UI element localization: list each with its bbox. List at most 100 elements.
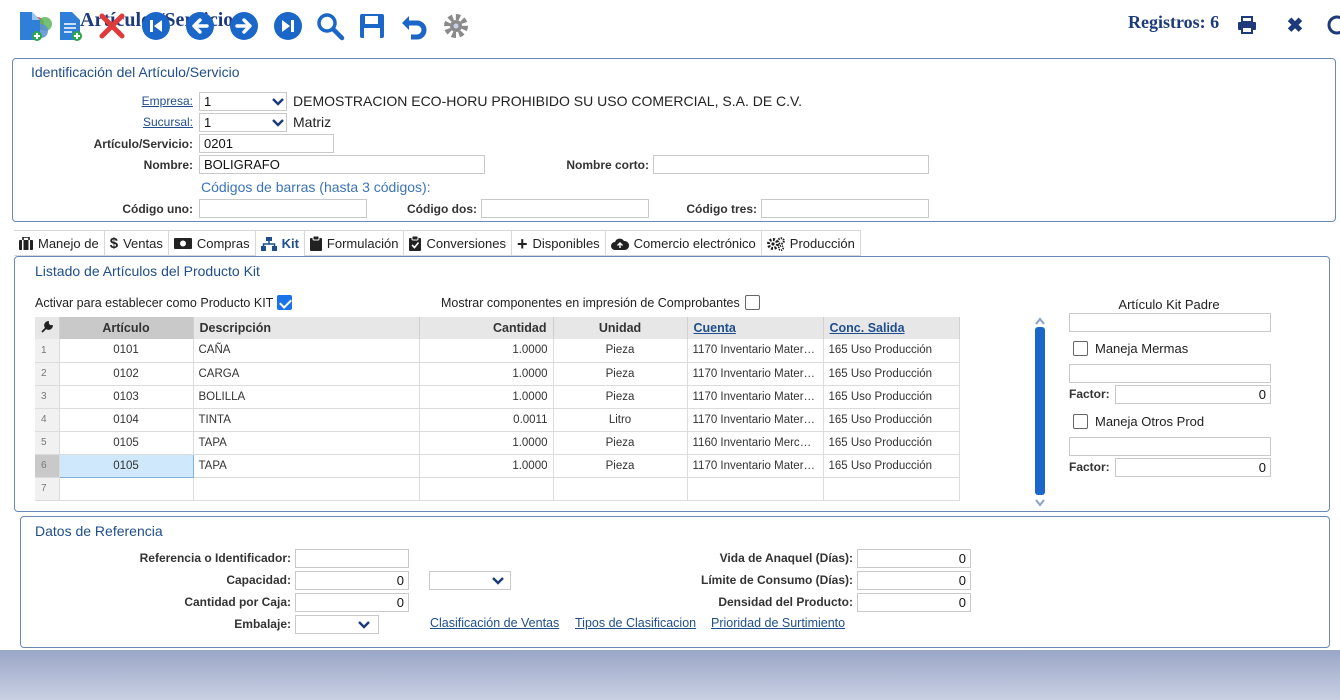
factor-otros-input[interactable] — [1115, 458, 1271, 477]
descripcion-cell[interactable]: TINTA — [193, 408, 420, 432]
prioridad-surtimiento-link[interactable]: Prioridad de Surtimiento — [711, 616, 845, 630]
capacidad-input[interactable] — [295, 571, 409, 590]
cuenta-cell[interactable]: 1170 Inventario Materia Prima — [687, 339, 824, 363]
unidad-cell[interactable]: Pieza — [553, 454, 688, 478]
conc-salida-cell[interactable]: 165 Uso Producción — [823, 431, 960, 455]
tab-ventas[interactable]: $ Ventas — [105, 231, 169, 256]
cantidad-cell[interactable]: 0.0011 — [419, 408, 554, 432]
articulo-cell[interactable]: 0105 — [59, 431, 194, 455]
capacidad-unit-select[interactable] — [429, 571, 511, 590]
mermas-input[interactable] — [1069, 364, 1271, 383]
save-icon[interactable] — [354, 8, 390, 44]
tipos-clasificacion-link[interactable]: Tipos de Clasificacion — [575, 616, 696, 630]
unidad-cell[interactable]: Pieza — [553, 431, 688, 455]
unidad-cell[interactable]: Litro — [553, 408, 688, 432]
scroll-down-icon[interactable] — [1035, 499, 1045, 507]
tab-comercio[interactable]: Comercio electrónico — [606, 231, 762, 256]
mostrar-componentes-option[interactable]: Mostrar componentes en impresión de Comp… — [441, 295, 760, 310]
col-cantidad[interactable]: Cantidad — [419, 317, 554, 339]
conc-salida-cell[interactable]: 165 Uso Producción — [823, 408, 960, 432]
close-icon[interactable]: ✖ — [1284, 14, 1306, 37]
cuenta-cell[interactable]: 1170 Inventario Materia Prima — [687, 408, 824, 432]
empresa-label[interactable]: Empresa: — [123, 94, 193, 108]
conc-salida-cell[interactable] — [823, 477, 960, 501]
table-row-selected[interactable]: 6 0105 TAPA 1.0000 Pieza 1170 Inventario… — [35, 453, 960, 478]
unidad-cell[interactable]: Pieza — [553, 339, 688, 363]
vida-anaquel-input[interactable] — [857, 549, 971, 568]
scrollbar-thumb[interactable] — [1035, 327, 1045, 495]
descripcion-cell[interactable]: TAPA — [193, 431, 420, 455]
mermas-option[interactable]: Maneja Mermas — [1073, 341, 1188, 356]
tab-compras[interactable]: Compras — [169, 231, 256, 256]
unidad-cell[interactable]: Pieza — [553, 385, 688, 409]
articulo-cell[interactable]: 0105 — [58, 453, 194, 478]
table-row[interactable]: 1 0101 CAÑA 1.0000 Pieza 1170 Inventario… — [35, 339, 960, 363]
limite-consumo-input[interactable] — [857, 571, 971, 590]
sucursal-label[interactable]: Sucursal: — [123, 115, 193, 129]
activar-kit-option[interactable]: Activar para establecer como Producto KI… — [35, 295, 293, 310]
sucursal-select[interactable]: 1 — [199, 113, 287, 132]
table-row[interactable]: 3 0103 BOLILLA 1.0000 Pieza 1170 Inventa… — [35, 385, 960, 409]
tab-formulacion[interactable]: Formulación — [305, 231, 405, 256]
scroll-up-icon[interactable] — [1035, 317, 1045, 325]
articulo-cell[interactable]: 0101 — [59, 339, 194, 363]
tab-manejo[interactable]: Manejo de — [14, 231, 105, 256]
unidad-cell[interactable] — [553, 477, 688, 501]
articulo-input[interactable] — [199, 134, 334, 153]
conc-salida-cell[interactable]: 165 Uso Producción — [823, 385, 960, 409]
cantidad-caja-input[interactable] — [295, 593, 409, 612]
articulo-cell[interactable]: 0102 — [59, 362, 194, 386]
col-unidad[interactable]: Unidad — [553, 317, 688, 339]
clasificacion-ventas-link[interactable]: Clasificación de Ventas — [430, 616, 559, 630]
cuenta-cell[interactable]: 1170 Inventario Materia Prima — [687, 454, 824, 478]
cuenta-cell[interactable]: 1170 Inventario Materia Prima — [687, 362, 824, 386]
activar-kit-checkbox[interactable] — [277, 295, 293, 310]
descripcion-cell[interactable]: CARGA — [193, 362, 420, 386]
conc-salida-cell[interactable]: 165 Uso Producción — [823, 339, 960, 363]
tab-produccion[interactable]: Producción — [762, 231, 861, 256]
articulo-cell[interactable]: 0104 — [59, 408, 194, 432]
otros-prod-option[interactable]: Maneja Otros Prod — [1073, 414, 1204, 429]
col-descripcion[interactable]: Descripción — [193, 317, 420, 339]
col-articulo[interactable]: Artículo — [59, 317, 194, 339]
table-row[interactable]: 2 0102 CARGA 1.0000 Pieza 1170 Inventari… — [35, 362, 960, 386]
embalaje-select[interactable] — [295, 615, 379, 634]
nombre-input[interactable] — [199, 155, 485, 174]
factor-mermas-input[interactable] — [1115, 385, 1271, 404]
cuenta-cell[interactable]: 1160 Inventario Mercancías — [687, 431, 824, 455]
previous-record-icon[interactable] — [182, 8, 218, 44]
unidad-cell[interactable]: Pieza — [553, 362, 688, 386]
delete-icon[interactable] — [94, 8, 130, 44]
cantidad-cell[interactable]: 1.0000 — [419, 362, 554, 386]
descripcion-cell[interactable]: BOLILLA — [193, 385, 420, 409]
empresa-select[interactable]: 1 — [199, 92, 287, 111]
settings-column-header[interactable] — [35, 317, 60, 339]
search-icon[interactable] — [312, 8, 348, 44]
descripcion-cell[interactable]: TAPA — [193, 454, 420, 478]
cantidad-cell[interactable]: 1.0000 — [419, 431, 554, 455]
conc-salida-cell[interactable]: 165 Uso Producción — [823, 454, 960, 478]
cuenta-cell[interactable]: 1170 Inventario Materia Prima — [687, 385, 824, 409]
densidad-input[interactable] — [857, 593, 971, 612]
new-document-icon[interactable] — [12, 8, 48, 44]
print-icon[interactable] — [1236, 14, 1258, 36]
mermas-checkbox[interactable] — [1073, 341, 1088, 356]
cantidad-cell[interactable]: 1.0000 — [419, 385, 554, 409]
vertical-scrollbar[interactable] — [1033, 317, 1047, 513]
col-cuenta[interactable]: Cuenta — [687, 317, 824, 339]
cantidad-cell[interactable] — [419, 477, 554, 501]
copy-document-icon[interactable] — [52, 8, 88, 44]
cantidad-cell[interactable]: 1.0000 — [419, 339, 554, 363]
next-record-icon[interactable] — [226, 8, 262, 44]
tab-disponibles[interactable]: + Disponibles — [512, 231, 606, 256]
otros-prod-checkbox[interactable] — [1073, 414, 1088, 429]
articulo-cell[interactable]: 0103 — [59, 385, 194, 409]
table-row[interactable]: 4 0104 TINTA 0.0011 Litro 1170 Inventari… — [35, 408, 960, 432]
col-conc-salida[interactable]: Conc. Salida — [823, 317, 960, 339]
kit-padre-input[interactable] — [1069, 313, 1271, 332]
descripcion-cell[interactable] — [193, 477, 420, 501]
cantidad-cell[interactable]: 1.0000 — [419, 454, 554, 478]
settings-icon[interactable] — [438, 8, 474, 44]
conc-salida-cell[interactable]: 165 Uso Producción — [823, 362, 960, 386]
descripcion-cell[interactable]: CAÑA — [193, 339, 420, 363]
